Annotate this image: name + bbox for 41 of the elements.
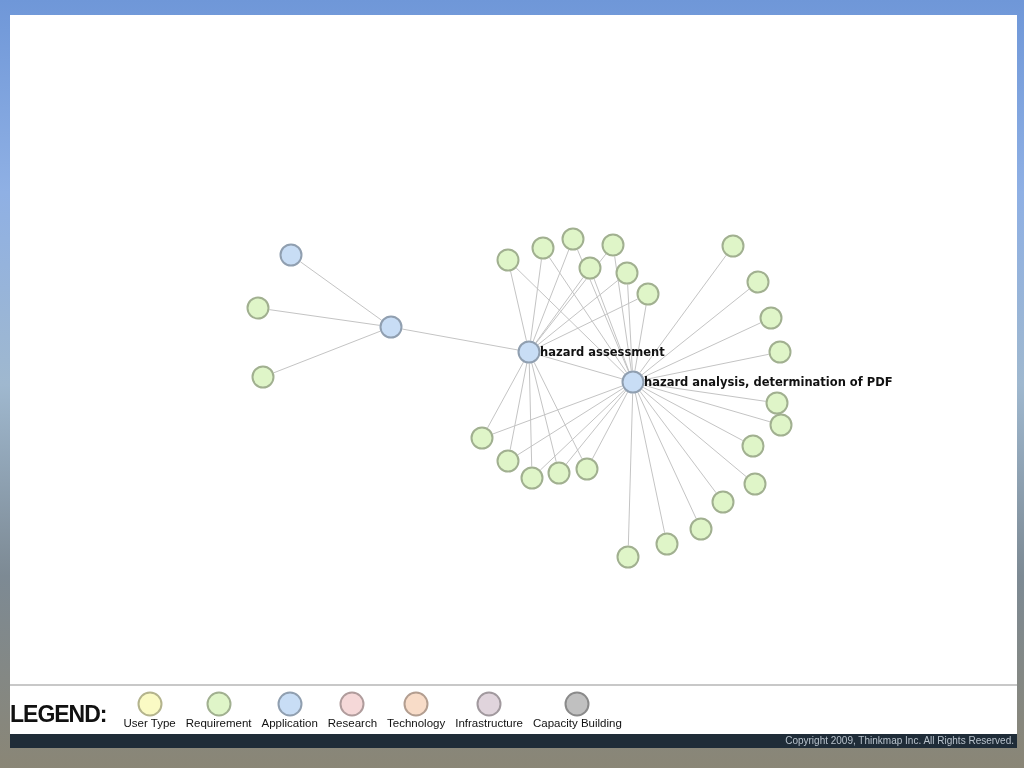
graph-node[interactable]: [496, 449, 520, 473]
graph-node[interactable]: [251, 365, 275, 389]
copyright-text: Copyright 2009, Thinkmap Inc. All Rights Reserved.: [785, 736, 1014, 746]
graph-node[interactable]: [711, 490, 735, 514]
graph-node[interactable]: [768, 340, 792, 364]
node-label: hazard assessment: [540, 345, 665, 359]
graph-node[interactable]: [279, 243, 303, 267]
graph-node[interactable]: [769, 413, 793, 437]
graph-node[interactable]: [470, 426, 494, 450]
graph-node[interactable]: [741, 434, 765, 458]
graph-node[interactable]: [517, 340, 541, 364]
legend-label: User Type: [123, 717, 176, 730]
graph-node[interactable]: [746, 270, 770, 294]
graph-node[interactable]: [561, 227, 585, 251]
graph-node[interactable]: [575, 457, 599, 481]
graph-node[interactable]: [601, 233, 625, 257]
graph-node[interactable]: [621, 370, 645, 394]
legend-label: Capacity Building: [532, 717, 622, 730]
graph-node[interactable]: [578, 256, 602, 280]
graph-node[interactable]: [743, 472, 767, 496]
graph-node[interactable]: [496, 248, 520, 272]
legend-label: Research: [327, 717, 378, 730]
graph-node[interactable]: [616, 545, 640, 569]
graph-node[interactable]: [379, 315, 403, 339]
graph-node[interactable]: [655, 532, 679, 556]
legend-label: Requirement: [185, 717, 252, 730]
graph-node[interactable]: [689, 517, 713, 541]
graph-node[interactable]: [759, 306, 783, 330]
graph-node[interactable]: [547, 461, 571, 485]
node-label: hazard analysis, determination of PDF: [644, 375, 893, 389]
graph-node[interactable]: [615, 261, 639, 285]
legend-label: Technology: [387, 717, 446, 730]
graph-node[interactable]: [531, 236, 555, 260]
graph-node[interactable]: [721, 234, 745, 258]
graph-node[interactable]: [246, 296, 270, 320]
legend-label: Infrastructure: [455, 717, 523, 730]
graph-node[interactable]: [765, 391, 789, 415]
graph-node[interactable]: [636, 282, 660, 306]
legend-title: LEGEND:: [10, 703, 107, 726]
legend-label: Application: [261, 717, 318, 730]
graph-node[interactable]: [520, 466, 544, 490]
